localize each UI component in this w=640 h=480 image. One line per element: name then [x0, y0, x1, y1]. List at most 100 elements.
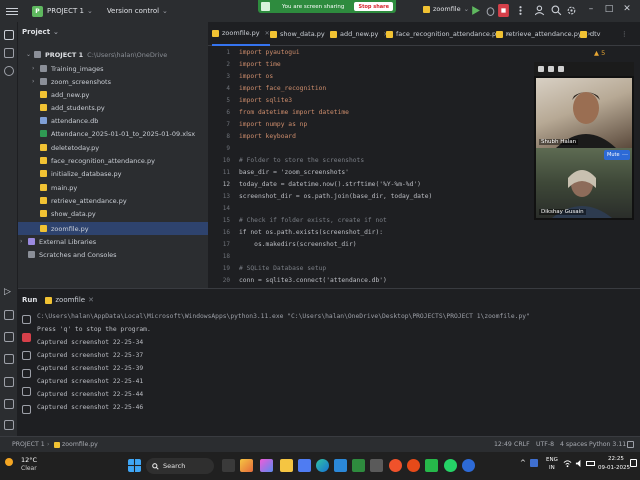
weather-condition[interactable]: Clear: [21, 465, 37, 472]
services-icon[interactable]: [4, 354, 14, 364]
stop-icon[interactable]: [22, 333, 31, 342]
python-console-icon[interactable]: [4, 332, 14, 342]
commit-tool-icon[interactable]: [4, 48, 14, 58]
tree-item[interactable]: main.py: [40, 181, 77, 194]
tab-overflow-icon[interactable]: ⋮: [621, 22, 628, 46]
close-tab-icon[interactable]: ✕: [88, 296, 94, 304]
caret-position[interactable]: 12:49: [494, 441, 512, 448]
tab-dtv[interactable]: dtv: [580, 22, 601, 46]
taskbar-search[interactable]: Search: [146, 458, 214, 474]
more-actions-icon[interactable]: [515, 5, 526, 16]
add-user-icon[interactable]: [535, 5, 546, 16]
stop-share-button[interactable]: Stop share: [354, 2, 393, 11]
tree-item[interactable]: › Training_images: [32, 62, 104, 75]
file-encoding[interactable]: UTF-8: [536, 441, 554, 448]
git-icon[interactable]: [4, 420, 14, 430]
stop-icon[interactable]: [498, 4, 509, 17]
line-separator[interactable]: CRLF: [514, 441, 530, 448]
print-icon[interactable]: [22, 387, 31, 396]
close-button[interactable]: ✕: [620, 4, 634, 18]
tree-item[interactable]: initialize_database.py: [40, 167, 122, 180]
main-menu-icon[interactable]: [6, 5, 18, 17]
settings-icon[interactable]: [566, 5, 577, 16]
tree-scratches[interactable]: Scratches and Consoles: [28, 248, 117, 261]
tab-retrieve-attendance[interactable]: retrieve_attendance.py ✕: [496, 22, 592, 46]
python-interpreter[interactable]: Python 3.11: [589, 441, 626, 448]
minimize-button[interactable]: –: [584, 4, 598, 18]
edge-icon[interactable]: [316, 459, 329, 472]
copilot-icon[interactable]: [260, 459, 273, 472]
run-tool-icon[interactable]: ▷: [4, 287, 14, 297]
tree-item[interactable]: › zoom_screenshots: [32, 75, 111, 88]
tab-zoomfile[interactable]: zoomfile.py ✕: [212, 22, 270, 46]
search-icon[interactable]: [551, 5, 562, 16]
file-explorer-icon[interactable]: [280, 459, 293, 472]
app-icon[interactable]: [370, 459, 383, 472]
project-panel-header[interactable]: Project ⌄: [18, 22, 208, 42]
run-config-selector[interactable]: zoomfile ⌄: [423, 5, 469, 13]
tree-item[interactable]: face_recognition_attendance.py: [40, 154, 155, 167]
problems-icon[interactable]: [4, 377, 14, 387]
tray-overflow-icon[interactable]: ^: [520, 459, 526, 467]
scroll-to-end-icon[interactable]: [22, 351, 31, 360]
tree-item[interactable]: Attendance_2025-01-01_to_2025-01-09.xlsx: [40, 127, 195, 140]
xbox-icon[interactable]: [352, 459, 365, 472]
indent-setting[interactable]: 4 spaces: [560, 441, 587, 448]
project-switcher[interactable]: PROJECT 1: [47, 7, 84, 15]
tree-item[interactable]: add_new.py: [40, 88, 89, 101]
project-tool-icon[interactable]: [4, 30, 14, 40]
clock-time[interactable]: 22:25: [608, 456, 624, 462]
soft-wrap-icon[interactable]: [22, 369, 31, 378]
tree-root[interactable]: ⌄ PROJECT 1 C:\Users\halan\OneDrive\Desk…: [26, 48, 167, 61]
tab-add-new[interactable]: add_new.py ✕: [330, 22, 388, 46]
onedrive-icon[interactable]: [530, 459, 538, 467]
tab-show-data[interactable]: show_data.py ✕: [270, 22, 335, 46]
lock-icon[interactable]: [627, 441, 634, 448]
maximize-button[interactable]: □: [602, 4, 616, 18]
pycharm-icon[interactable]: [425, 459, 438, 472]
inspection-widget[interactable]: ▲ 5: [594, 49, 605, 57]
layout-grid-icon[interactable]: [558, 66, 564, 72]
tree-item[interactable]: add_students.py: [40, 101, 105, 114]
volume-icon[interactable]: [575, 459, 584, 468]
tree-item[interactable]: deletetoday.py: [40, 141, 99, 154]
tab-face-recognition-attendance[interactable]: face_recognition_attendance.py ✕: [386, 22, 510, 46]
breadcrumb-project[interactable]: PROJECT 1: [12, 441, 45, 448]
more-options-button[interactable]: …: [620, 150, 630, 160]
language-indicator[interactable]: ENG: [546, 457, 558, 463]
close-tab-icon[interactable]: ✕: [265, 30, 270, 37]
task-view-icon[interactable]: [222, 459, 235, 472]
speaker-view-icon[interactable]: [548, 66, 554, 72]
teams-icon[interactable]: [298, 459, 311, 472]
run-icon[interactable]: [470, 5, 481, 16]
wifi-icon[interactable]: [563, 459, 572, 468]
tree-item[interactable]: retrieve_attendance.py: [40, 194, 127, 207]
participant-video-1[interactable]: Shubh Halan: [536, 78, 632, 148]
terminal-icon[interactable]: [4, 399, 14, 409]
chrome-icon[interactable]: [407, 459, 420, 472]
debug-icon[interactable]: [485, 5, 496, 16]
rerun-icon[interactable]: [22, 315, 31, 324]
windows-start-icon[interactable]: [128, 459, 141, 472]
battery-icon[interactable]: [586, 461, 595, 466]
weather-temperature[interactable]: 12°C: [21, 456, 37, 464]
zoom-icon[interactable]: [462, 459, 475, 472]
keyboard-layout[interactable]: IN: [549, 465, 555, 471]
structure-tool-icon[interactable]: [4, 66, 14, 76]
notifications-icon[interactable]: [630, 459, 637, 467]
tree-item-selected[interactable]: zoomfile.py: [40, 222, 89, 235]
gallery-view-icon[interactable]: [538, 66, 544, 72]
code-editor[interactable]: import pyautogui import time import os i…: [234, 46, 534, 288]
tree-item[interactable]: attendance.db: [40, 114, 98, 127]
clock-date[interactable]: 09-01-2025: [598, 465, 630, 471]
store-icon[interactable]: [334, 459, 347, 472]
delete-icon[interactable]: [22, 405, 31, 414]
tree-item[interactable]: show_data.py: [40, 207, 96, 220]
brave-icon[interactable]: [389, 459, 402, 472]
vcs-menu[interactable]: Version control: [107, 7, 159, 15]
tree-external-libraries[interactable]: › External Libraries: [20, 235, 96, 248]
python-packages-icon[interactable]: [4, 310, 14, 320]
run-tab[interactable]: zoomfile ✕: [45, 296, 94, 304]
whatsapp-icon[interactable]: [444, 459, 457, 472]
widgets-icon[interactable]: [240, 459, 253, 472]
